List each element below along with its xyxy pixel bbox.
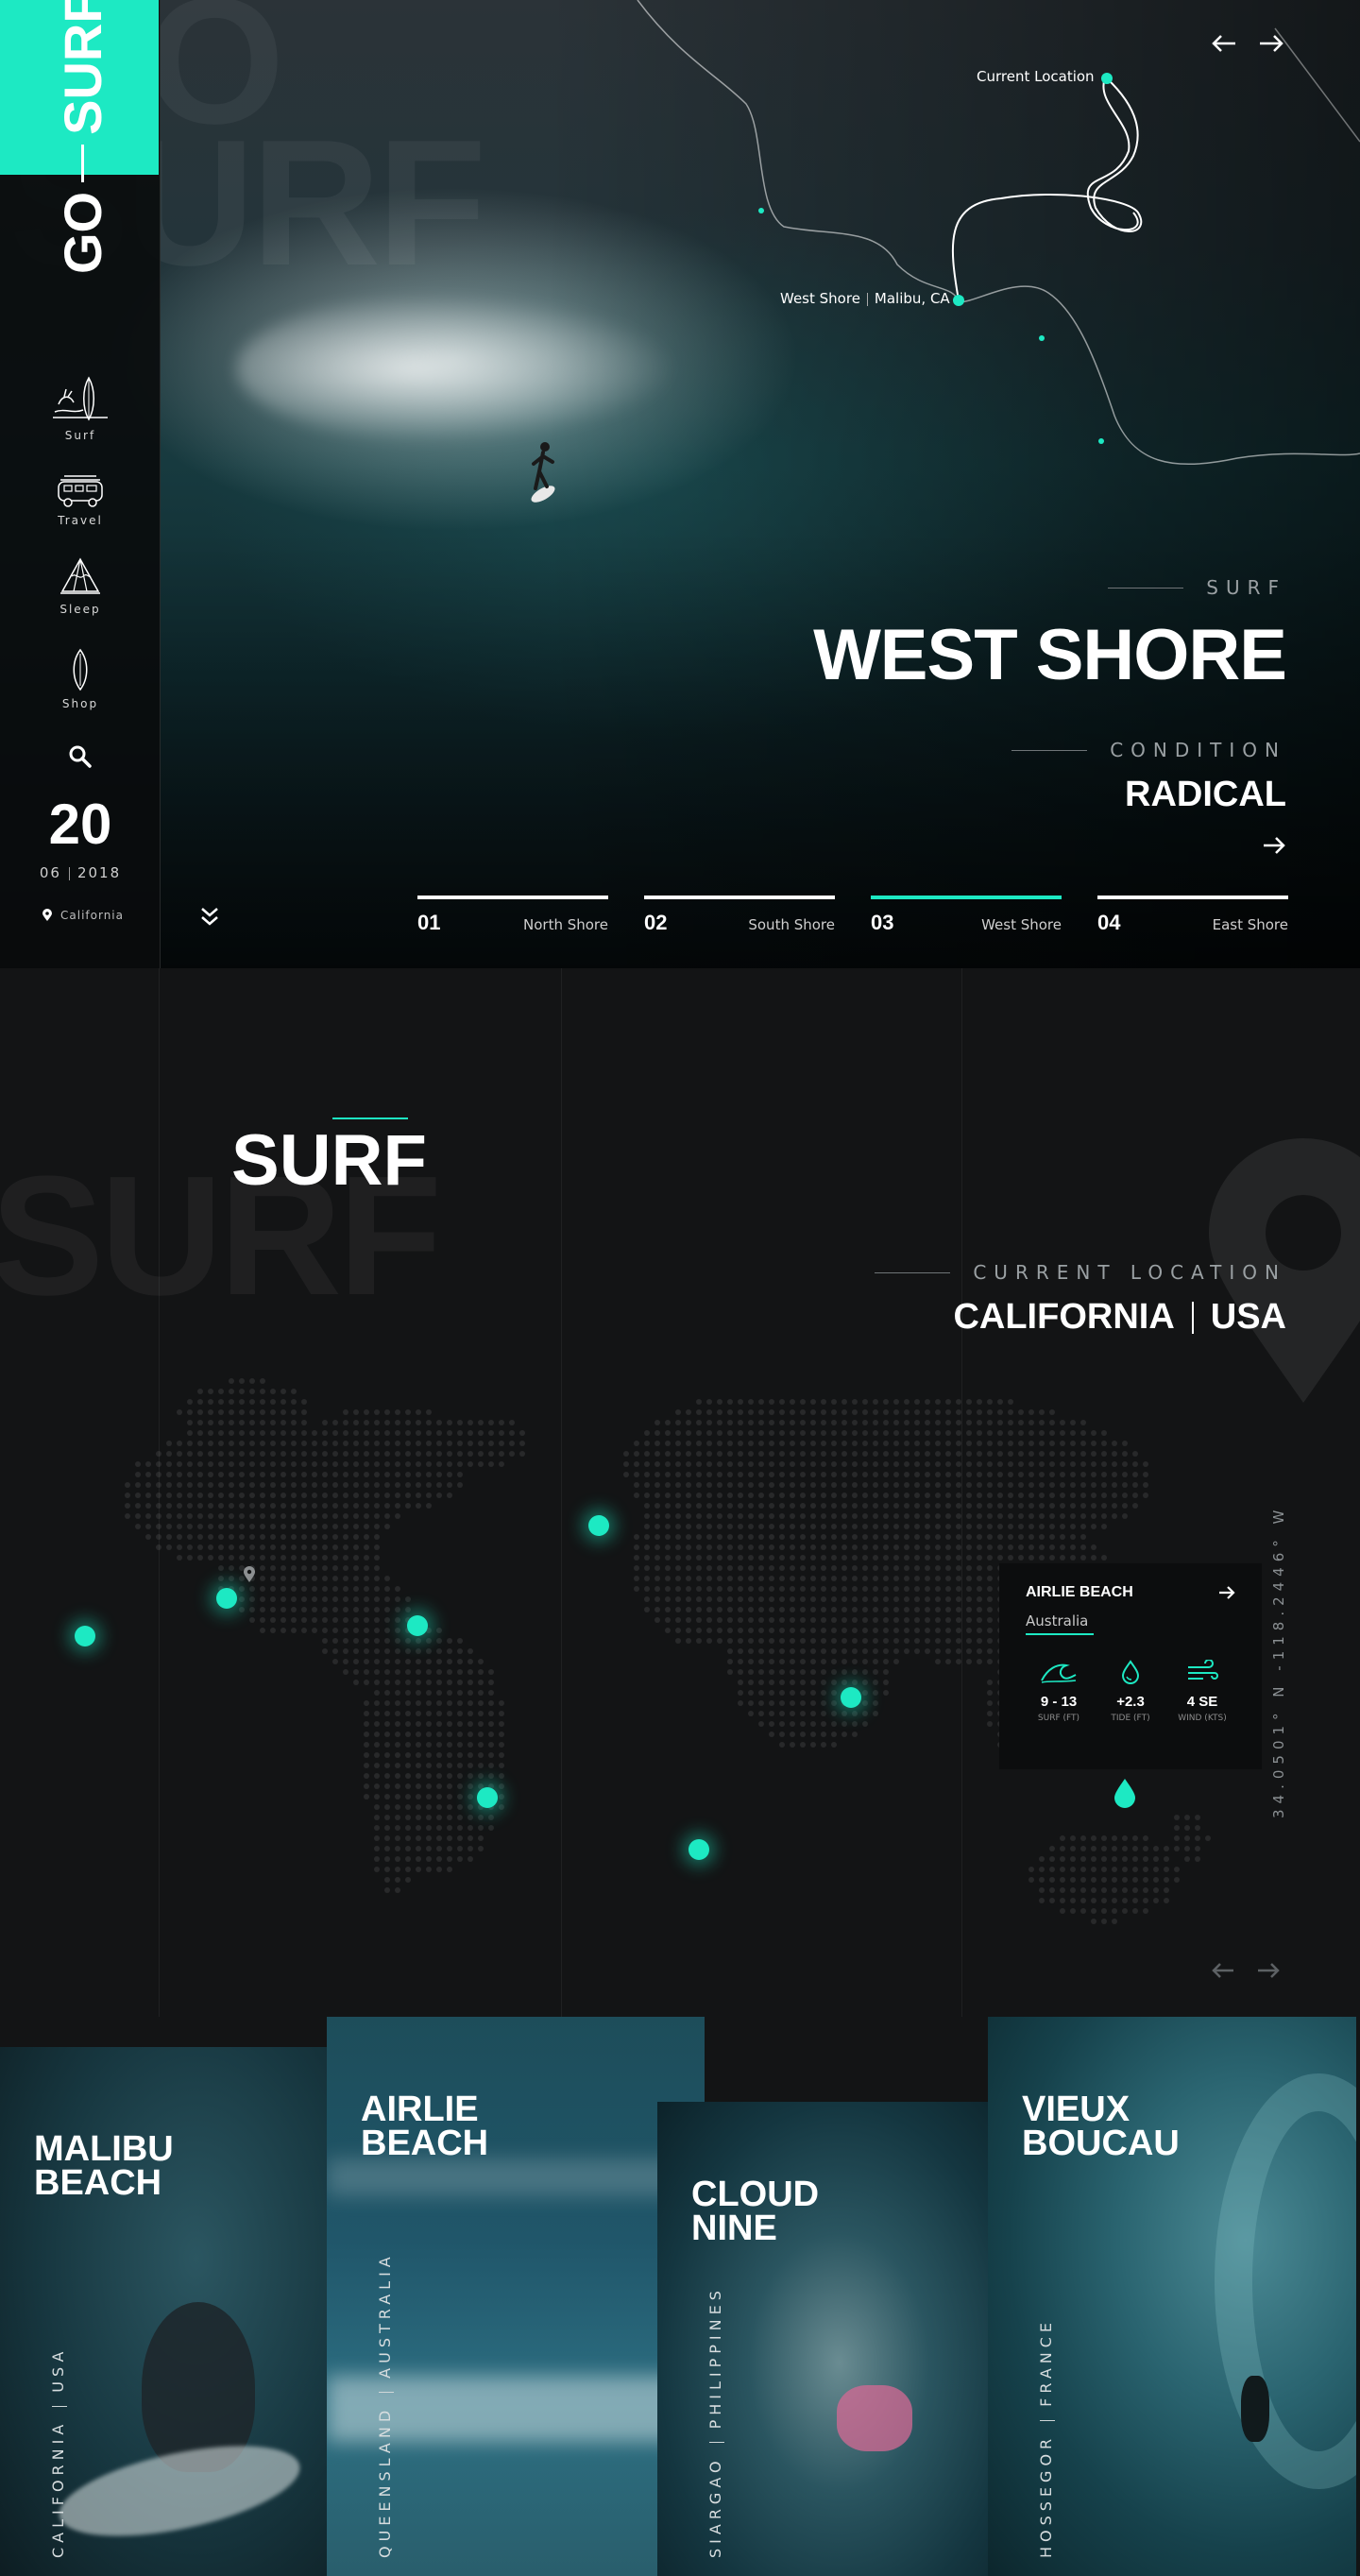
sidebar: GO SURF Surf Travel Sleep Shop 20 06 201…: [0, 0, 218, 968]
stat-wind: 4 SE WIND (KTS): [1169, 1659, 1235, 1723]
date-month-year: 06 2018: [39, 864, 122, 881]
map-hotspot[interactable]: [588, 1515, 609, 1536]
location-tag: California: [42, 909, 124, 922]
spot-cards: MALIBU BEACH CALIFORNIAUSA AIRLIE BEACH …: [0, 2017, 1360, 2576]
card-title: MALIBU BEACH: [34, 2129, 174, 2203]
map-hotspot[interactable]: [407, 1615, 428, 1636]
drop-icon: [1121, 1660, 1140, 1684]
card-location: SIARGAOPHILIPPINES: [706, 2286, 724, 2558]
map-section: SURF SURF CURRENT LOCATION CALIFORNIA USA…: [0, 968, 1360, 2017]
prev-arrow-icon[interactable]: [1211, 1962, 1235, 1979]
map-hotspot[interactable]: [75, 1626, 95, 1646]
hero-section: GOSURF Current Location West ShoreMalibu…: [0, 0, 1360, 968]
hero-slider-arrows: [1211, 34, 1284, 53]
slide-north-shore[interactable]: 01 North Shore: [417, 896, 608, 935]
current-location-pin-icon: [244, 1566, 255, 1582]
card-airlie-beach[interactable]: AIRLIE BEACH QUEENSLANDAUSTRALIA: [327, 2017, 705, 2576]
map-hotspot[interactable]: [477, 1787, 498, 1808]
wave-icon: [1041, 1663, 1077, 1683]
scroll-down-icon[interactable]: [198, 905, 221, 928]
location-pin-icon: [42, 909, 52, 921]
card-location: HOSSEGORFRANCE: [1037, 2317, 1055, 2558]
tent-icon: [60, 557, 100, 594]
search-icon[interactable]: [68, 744, 93, 769]
spot-card[interactable]: AIRLIE BEACH Australia 9 - 13 SURF (FT) …: [999, 1563, 1262, 1769]
card-title: VIEUX BOUCAU: [1022, 2090, 1180, 2163]
map-hotspot[interactable]: [216, 1588, 237, 1609]
nav-item-travel[interactable]: Travel: [0, 472, 161, 527]
condition-value: RADICAL: [1125, 775, 1286, 814]
map-hotspot[interactable]: [688, 1839, 709, 1860]
card-malibu-beach[interactable]: MALIBU BEACH CALIFORNIAUSA: [0, 2047, 327, 2576]
brand-logo[interactable]: GO SURF: [52, 0, 113, 274]
current-location-label: Current Location: [977, 68, 1095, 85]
west-shore-map-label: West Shore Malibu, CA: [780, 290, 950, 307]
stat-surf: 9 - 13 SURF (FT): [1026, 1660, 1092, 1723]
surfboards-icon: [53, 376, 108, 421]
card-vieux-boucau[interactable]: VIEUX BOUCAU HOSSEGORFRANCE: [988, 2017, 1356, 2576]
card-location: QUEENSLANDAUSTRALIA: [376, 2252, 394, 2558]
date-day: 20: [48, 793, 112, 856]
shore-slides: 01 North Shore 02 South Shore 03 West Sh…: [417, 896, 1288, 935]
drop-marker-icon[interactable]: [1113, 1777, 1137, 1809]
nav-item-shop[interactable]: Shop: [0, 648, 161, 710]
map-slider-arrows: [1211, 1962, 1281, 1979]
card-cloud-nine[interactable]: CLOUD NINE SIARGAOPHILIPPINES: [657, 2102, 988, 2576]
map-hotspot[interactable]: [841, 1687, 861, 1708]
card-title: AIRLIE BEACH: [361, 2090, 489, 2163]
nav-item-surf[interactable]: Surf: [0, 376, 161, 442]
current-location-kicker: CURRENT LOCATION: [875, 1261, 1286, 1284]
card-location: CALIFORNIAUSA: [49, 2346, 67, 2558]
spot-name: AIRLIE BEACH: [1026, 1584, 1133, 1600]
spot-stats: 9 - 13 SURF (FT) +2.3 TIDE (FT) 4 SE WIN…: [1026, 1659, 1235, 1723]
map-title: SURF: [231, 1120, 427, 1201]
hero-kicker: SURF: [1108, 576, 1286, 599]
slide-west-shore[interactable]: 03 West Shore: [871, 896, 1062, 935]
slide-south-shore[interactable]: 02 South Shore: [644, 896, 835, 935]
next-arrow-icon[interactable]: [1258, 34, 1284, 53]
surfer-photo: [837, 2385, 912, 2451]
stat-tide: +2.3 TIDE (FT): [1097, 1660, 1164, 1723]
condition-label: CONDITION: [1012, 739, 1286, 761]
next-arrow-icon[interactable]: [1256, 1962, 1281, 1979]
surfboard-icon: [73, 648, 88, 691]
card-title: CLOUD NINE: [691, 2175, 820, 2248]
slide-east-shore[interactable]: 04 East Shore: [1097, 896, 1288, 935]
spot-arrow-icon[interactable]: [1218, 1585, 1235, 1600]
coordinates: 34.0501° N -118.2446° W: [1270, 1504, 1287, 1818]
spot-country: Australia: [1026, 1612, 1089, 1629]
hero-title: WEST SHORE: [813, 615, 1287, 695]
nav-item-sleep[interactable]: Sleep: [0, 555, 161, 616]
van-icon: [58, 475, 103, 507]
surfer-photo: [1241, 2376, 1269, 2442]
condition-arrow-icon[interactable]: [1262, 835, 1286, 856]
prev-arrow-icon[interactable]: [1211, 34, 1237, 53]
route-line: [637, 0, 1360, 466]
wind-icon: [1188, 1659, 1218, 1680]
